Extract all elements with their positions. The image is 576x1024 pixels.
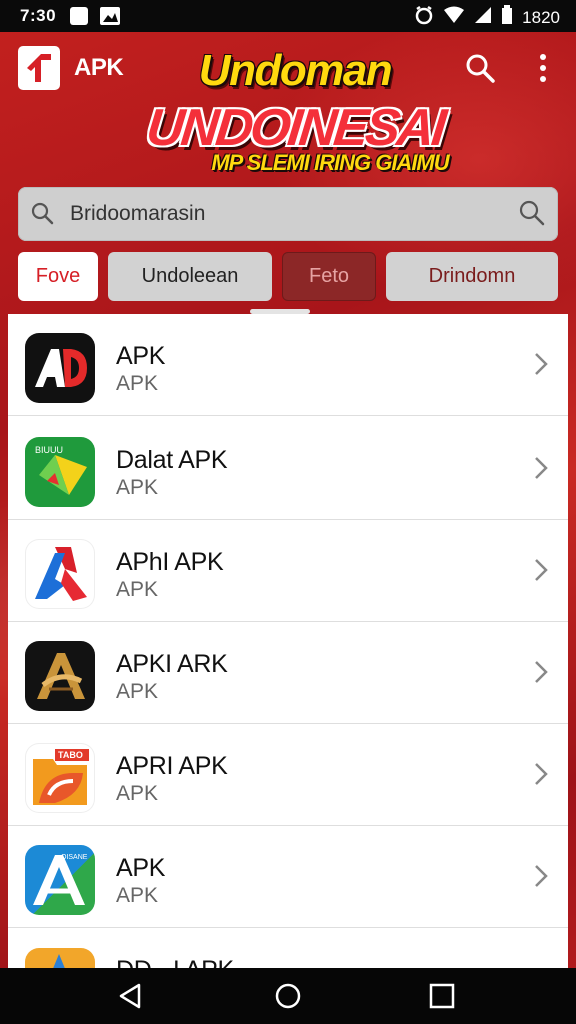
wifi-icon — [443, 6, 465, 29]
chevron-right-icon — [534, 864, 548, 893]
app-title: APRI APK — [116, 752, 228, 780]
photo-notification-icon — [100, 7, 120, 30]
app-subtitle: APK — [116, 476, 159, 499]
app-subtitle: APK — [116, 578, 159, 601]
notification-icon — [70, 7, 88, 25]
icon-badge-text: OISANE — [61, 854, 88, 861]
partial-icon — [25, 948, 95, 968]
back-triangle-icon — [119, 983, 141, 1009]
filter-chip-undoleean[interactable]: Undoleean — [108, 252, 272, 301]
app-title: DD - I APK — [116, 956, 234, 968]
list-item[interactable]: TABO APRI APK APK — [8, 724, 568, 826]
search-submit-icon[interactable] — [518, 199, 546, 232]
list-item[interactable]: OISANE APK APK — [8, 826, 568, 928]
status-bar: 7:30 1820 — [0, 0, 576, 32]
app-subtitle: APK — [116, 680, 159, 703]
app-title: APK — [116, 854, 166, 882]
orange-folder-icon: TABO — [25, 743, 95, 813]
list-item[interactable]: APK APK — [8, 314, 568, 416]
alarm-icon — [414, 5, 434, 30]
app-title: APK — [116, 342, 166, 370]
chevron-right-icon — [534, 352, 548, 381]
chevron-right-icon — [534, 456, 548, 485]
app-subtitle: APK — [116, 884, 159, 907]
chevron-right-icon — [534, 762, 548, 791]
app-subtitle: APK — [116, 372, 159, 395]
list-item[interactable]: APhI APK APK — [8, 520, 568, 622]
app-logo[interactable] — [18, 46, 60, 90]
red-blue-a-icon — [25, 539, 95, 609]
status-clock: 1820 — [522, 7, 560, 27]
app-subtitle: APK — [116, 782, 159, 805]
filter-chip-feto[interactable]: Feto — [282, 252, 376, 301]
chevron-right-icon — [534, 660, 548, 689]
recents-button[interactable] — [428, 982, 456, 1010]
filter-chip-drindomn[interactable]: Drindomn — [386, 252, 558, 301]
banner-tagline: MP SLEMI IRING GIAIMU — [211, 150, 449, 175]
back-button[interactable] — [116, 982, 144, 1010]
banner-headline: UNDOINESAI — [143, 99, 447, 157]
gold-a-icon — [25, 641, 95, 711]
app-title: Dalat APK — [116, 446, 228, 474]
home-circle-icon — [275, 983, 301, 1009]
battery-icon — [501, 5, 513, 30]
list-item[interactable]: BIUUU Dalat APK APK — [8, 418, 568, 520]
signal-icon — [474, 6, 492, 29]
apk-logo-icon — [27, 54, 51, 82]
banner-title: Undoman — [198, 46, 393, 95]
search-icon — [30, 201, 56, 232]
promo-banner: Undoman UNDOINESAI MP SLEMI IRING GIAIMU — [140, 38, 450, 188]
ad-logo-icon — [25, 333, 95, 403]
search-input[interactable]: Bridoomarasin — [70, 202, 205, 226]
app-list: APK APK BIUUU Dalat APK APK APhI APK APK… — [8, 314, 568, 968]
more-vert-icon — [540, 54, 546, 82]
status-time: 7:30 — [20, 6, 57, 25]
home-button[interactable] — [274, 982, 302, 1010]
recents-square-icon — [429, 983, 455, 1009]
search-bar[interactable]: Bridoomarasin — [18, 187, 558, 241]
app-title: APKI ARK — [116, 650, 228, 678]
green-map-icon: BIUUU — [25, 437, 95, 507]
app-title: APhI APK — [116, 548, 224, 576]
icon-badge-text: TABO — [58, 750, 83, 760]
search-button[interactable] — [462, 50, 498, 86]
list-item[interactable]: DD - I APK — [8, 934, 568, 968]
overflow-menu-button[interactable] — [525, 50, 561, 86]
chevron-right-icon — [534, 558, 548, 587]
search-icon — [466, 54, 495, 83]
system-nav-bar — [0, 968, 576, 1024]
list-item[interactable]: APKI ARK APK — [8, 622, 568, 724]
icon-badge-text: BIUUU — [35, 445, 63, 455]
blue-a-icon: OISANE — [25, 845, 95, 915]
filter-chip-fove[interactable]: Fove — [18, 252, 98, 301]
app-brand-label: APK — [74, 54, 124, 81]
